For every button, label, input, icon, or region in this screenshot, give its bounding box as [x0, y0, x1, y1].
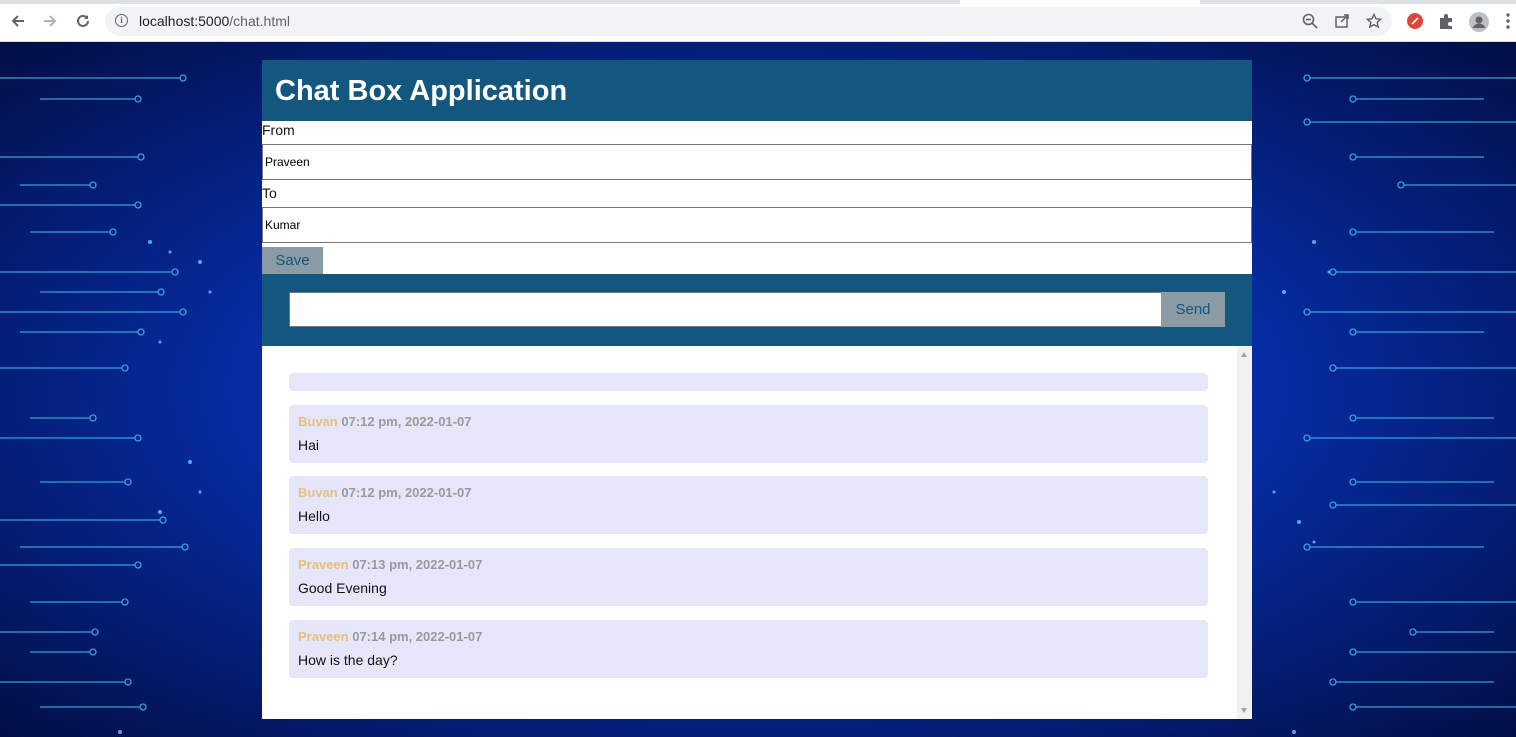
- browser-toolbar: i localhost:5000/chat.html: [0, 0, 1516, 42]
- extension-red-icon[interactable]: [1406, 12, 1424, 30]
- message-text: Hai: [298, 437, 320, 453]
- message-sender: Praveen: [298, 557, 349, 572]
- scroll-up-icon[interactable]: [1241, 352, 1247, 357]
- message-time: 07:13 pm, 2022-01-07: [352, 557, 483, 572]
- tab-strip: [0, 0, 1516, 4]
- site-info-icon[interactable]: i: [115, 14, 128, 27]
- message-meta: Buvan 07:12 pm, 2022-01-07: [298, 414, 471, 429]
- extensions-puzzle-icon[interactable]: [1437, 12, 1455, 30]
- zoom-icon[interactable]: [1301, 13, 1319, 31]
- message-text: Good Evening: [298, 580, 387, 596]
- message-sender: Buvan: [298, 485, 338, 500]
- circuit-pattern-left: [0, 74, 212, 734]
- page-title: Chat Box Application: [275, 75, 568, 107]
- message-meta: Praveen 07:13 pm, 2022-01-07: [298, 557, 482, 572]
- send-button[interactable]: Send: [1161, 292, 1225, 327]
- url-text[interactable]: localhost:5000/chat.html: [139, 13, 290, 29]
- bookmark-star-icon[interactable]: [1365, 12, 1383, 31]
- app-header: Chat Box Application: [262, 60, 1252, 121]
- message-bubble: Praveen 07:14 pm, 2022-01-07 How is the …: [289, 620, 1208, 678]
- forward-icon[interactable]: [40, 11, 60, 31]
- message-meta: Praveen 07:14 pm, 2022-01-07: [298, 629, 482, 644]
- profile-avatar-icon[interactable]: [1469, 12, 1489, 32]
- message-bubble: Buvan 07:12 pm, 2022-01-07 Hai: [289, 405, 1208, 463]
- from-input[interactable]: [262, 144, 1252, 180]
- from-label: From: [262, 122, 295, 138]
- page-background: Chat Box Application From To Save Send B…: [0, 42, 1516, 737]
- message-time: 07:12 pm, 2022-01-07: [341, 414, 472, 429]
- message-time: 07:12 pm, 2022-01-07: [341, 485, 472, 500]
- message-list-scrollbar[interactable]: [1237, 346, 1252, 719]
- back-icon[interactable]: [8, 11, 28, 31]
- chat-app-container: Chat Box Application From To Save Send B…: [262, 60, 1252, 719]
- to-label: To: [262, 185, 277, 201]
- message-bubble: Buvan 07:12 pm, 2022-01-07 Hello: [289, 476, 1208, 534]
- message-sender: Buvan: [298, 414, 338, 429]
- address-bar[interactable]: i localhost:5000/chat.html: [105, 7, 1392, 36]
- circuit-pattern-right: [1272, 74, 1516, 734]
- message-time: 07:14 pm, 2022-01-07: [352, 629, 483, 644]
- message-list[interactable]: Buvan 07:12 pm, 2022-01-07 Hai Buvan 07:…: [262, 346, 1252, 719]
- to-input[interactable]: [262, 207, 1252, 243]
- save-button[interactable]: Save: [262, 247, 323, 274]
- empty-message-bubble: [289, 373, 1208, 391]
- reload-icon[interactable]: [73, 11, 93, 31]
- share-icon[interactable]: [1333, 13, 1351, 31]
- message-meta: Buvan 07:12 pm, 2022-01-07: [298, 485, 471, 500]
- send-bar: Send: [262, 274, 1252, 346]
- browser-menu-icon[interactable]: [1504, 12, 1512, 30]
- message-input[interactable]: [289, 292, 1162, 327]
- message-text: How is the day?: [298, 652, 398, 668]
- scroll-down-icon[interactable]: [1241, 708, 1247, 713]
- message-text: Hello: [298, 508, 330, 524]
- message-sender: Praveen: [298, 629, 349, 644]
- message-bubble: Praveen 07:13 pm, 2022-01-07 Good Evenin…: [289, 548, 1208, 606]
